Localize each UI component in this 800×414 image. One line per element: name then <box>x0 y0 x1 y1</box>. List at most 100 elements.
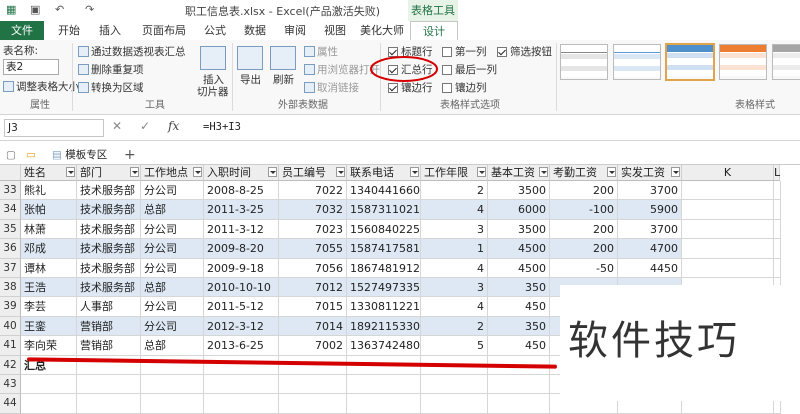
table-cell[interactable]: 4500 <box>488 258 550 278</box>
table-cell[interactable]: 王銮 <box>21 316 77 337</box>
table-cell[interactable]: 技术服务部 <box>77 278 141 298</box>
table-cell[interactable]: -50 <box>550 258 618 278</box>
table-cell[interactable]: 2013-6-25 <box>204 336 279 356</box>
table-style-swatch[interactable] <box>772 44 800 80</box>
table-cell[interactable]: 3500 <box>488 181 550 201</box>
tab-template-zone[interactable]: ▤ 模板专区 <box>52 146 112 164</box>
tab-file[interactable]: 文件 <box>0 21 44 40</box>
table-cell[interactable]: 7056 <box>279 258 347 278</box>
row-header[interactable]: 33 <box>0 181 21 201</box>
table-header-7[interactable]: 工作年限 <box>421 165 488 181</box>
filter-button-checkbox[interactable]: 筛选按钮 <box>497 44 552 59</box>
table-cell[interactable]: 技术服务部 <box>77 200 141 220</box>
filter-dropdown-icon[interactable] <box>66 167 75 177</box>
table-cell[interactable]: 2 <box>421 181 488 201</box>
table-cell[interactable]: 熊礼 <box>21 181 77 201</box>
filter-dropdown-icon[interactable] <box>539 167 548 177</box>
table-cell[interactable]: 7032 <box>279 200 347 220</box>
table-cell[interactable] <box>204 355 279 375</box>
table-cell[interactable]: 4500 <box>488 239 550 259</box>
table-cell[interactable]: 7022 <box>279 181 347 201</box>
tab-formulas[interactable]: 公式 <box>198 21 232 40</box>
row-header[interactable]: 40 <box>0 316 21 337</box>
table-cell[interactable]: 张帕 <box>21 200 77 220</box>
row-header[interactable]: 36 <box>0 239 21 259</box>
tab-home[interactable]: 开始 <box>52 21 86 40</box>
formula-input[interactable]: =H3+I3 <box>203 121 241 133</box>
table-cell[interactable]: 15873110210 <box>347 200 421 220</box>
table-cell[interactable]: 谭林 <box>21 258 77 278</box>
row-header[interactable]: 43 <box>0 375 21 395</box>
remove-duplicates-button[interactable]: 删除重复项 <box>78 62 144 77</box>
table-cell[interactable]: 2009-9-18 <box>204 258 279 278</box>
table-cell[interactable] <box>682 239 774 259</box>
table-header-10[interactable]: 实发工资 <box>618 165 682 181</box>
table-cell[interactable] <box>141 375 204 395</box>
export-button[interactable]: 导出 <box>240 72 261 87</box>
row-header[interactable]: 34 <box>0 200 21 220</box>
table-cell[interactable]: 200 <box>550 181 618 201</box>
table-cell[interactable] <box>682 258 774 278</box>
select-all-corner[interactable] <box>0 165 21 181</box>
table-cell[interactable]: 2011-3-12 <box>204 219 279 240</box>
table-cell[interactable]: 人事部 <box>77 297 141 317</box>
table-cell[interactable]: 3 <box>421 219 488 240</box>
table-cell[interactable] <box>682 200 774 220</box>
table-cell[interactable] <box>204 375 279 395</box>
table-cell[interactable]: 技术服务部 <box>77 239 141 259</box>
table-cell[interactable] <box>488 394 550 414</box>
row-header[interactable]: 38 <box>0 278 21 298</box>
table-header-4[interactable]: 入职时间 <box>204 165 279 181</box>
table-cell[interactable] <box>774 239 781 259</box>
table-cell[interactable]: 分公司 <box>141 181 204 201</box>
table-cell[interactable]: 13308112210 <box>347 297 421 317</box>
tab-design[interactable]: 设计 <box>410 21 458 41</box>
tab-data[interactable]: 数据 <box>238 21 272 40</box>
last-column-checkbox[interactable]: 最后一列 <box>442 62 497 77</box>
tab-page-layout[interactable]: 页面布局 <box>134 21 194 40</box>
table-cell[interactable] <box>279 394 347 414</box>
table-header-6[interactable]: 联系电话 <box>347 165 421 181</box>
table-cell[interactable]: 4700 <box>618 239 682 259</box>
table-cell[interactable]: 2 <box>421 316 488 337</box>
table-cell[interactable]: 13404416600 <box>347 181 421 201</box>
table-cell[interactable]: 7002 <box>279 336 347 356</box>
table-cell[interactable]: 总部 <box>141 200 204 220</box>
table-cell[interactable] <box>774 181 781 201</box>
column-header[interactable]: K <box>682 165 774 181</box>
table-cell[interactable]: 李芸 <box>21 297 77 317</box>
table-cell[interactable] <box>682 219 774 240</box>
row-header[interactable]: 42 <box>0 355 21 375</box>
row-header[interactable]: 39 <box>0 297 21 317</box>
table-cell[interactable]: 2008-8-25 <box>204 181 279 201</box>
table-cell[interactable]: 分公司 <box>141 316 204 337</box>
table-cell[interactable]: 王浩 <box>21 278 77 298</box>
filter-dropdown-icon[interactable] <box>607 167 616 177</box>
table-name-input[interactable]: 表2 <box>3 59 59 75</box>
table-cell[interactable]: 邓成 <box>21 239 77 259</box>
table-cell[interactable] <box>77 375 141 395</box>
table-style-swatch-selected[interactable] <box>665 43 715 81</box>
table-style-swatch[interactable] <box>613 44 661 80</box>
pivot-summary-button[interactable]: 通过数据透视表汇总 <box>78 44 186 59</box>
table-cell[interactable] <box>488 375 550 395</box>
table-cell[interactable]: 350 <box>488 278 550 298</box>
table-cell[interactable]: 3500 <box>488 219 550 240</box>
cancel-icon[interactable]: ✕ <box>112 119 122 133</box>
table-cell[interactable] <box>347 375 421 395</box>
table-cell[interactable] <box>421 375 488 395</box>
tab-beautify[interactable]: 美化大师 <box>357 21 407 40</box>
filter-dropdown-icon[interactable] <box>336 167 345 177</box>
table-cell[interactable]: 5900 <box>618 200 682 220</box>
table-cell[interactable] <box>77 394 141 414</box>
table-cell[interactable]: 15274973357 <box>347 278 421 298</box>
tab-insert[interactable]: 插入 <box>93 21 127 40</box>
table-cell[interactable]: 总部 <box>141 336 204 356</box>
table-cell[interactable]: 营销部 <box>77 316 141 337</box>
filter-dropdown-icon[interactable] <box>477 167 486 177</box>
row-header[interactable]: 35 <box>0 219 21 240</box>
table-cell[interactable] <box>347 394 421 414</box>
name-box[interactable]: J3 <box>4 119 104 137</box>
table-header-8[interactable]: 基本工资 <box>488 165 550 181</box>
table-cell[interactable]: 18921153301 <box>347 316 421 337</box>
